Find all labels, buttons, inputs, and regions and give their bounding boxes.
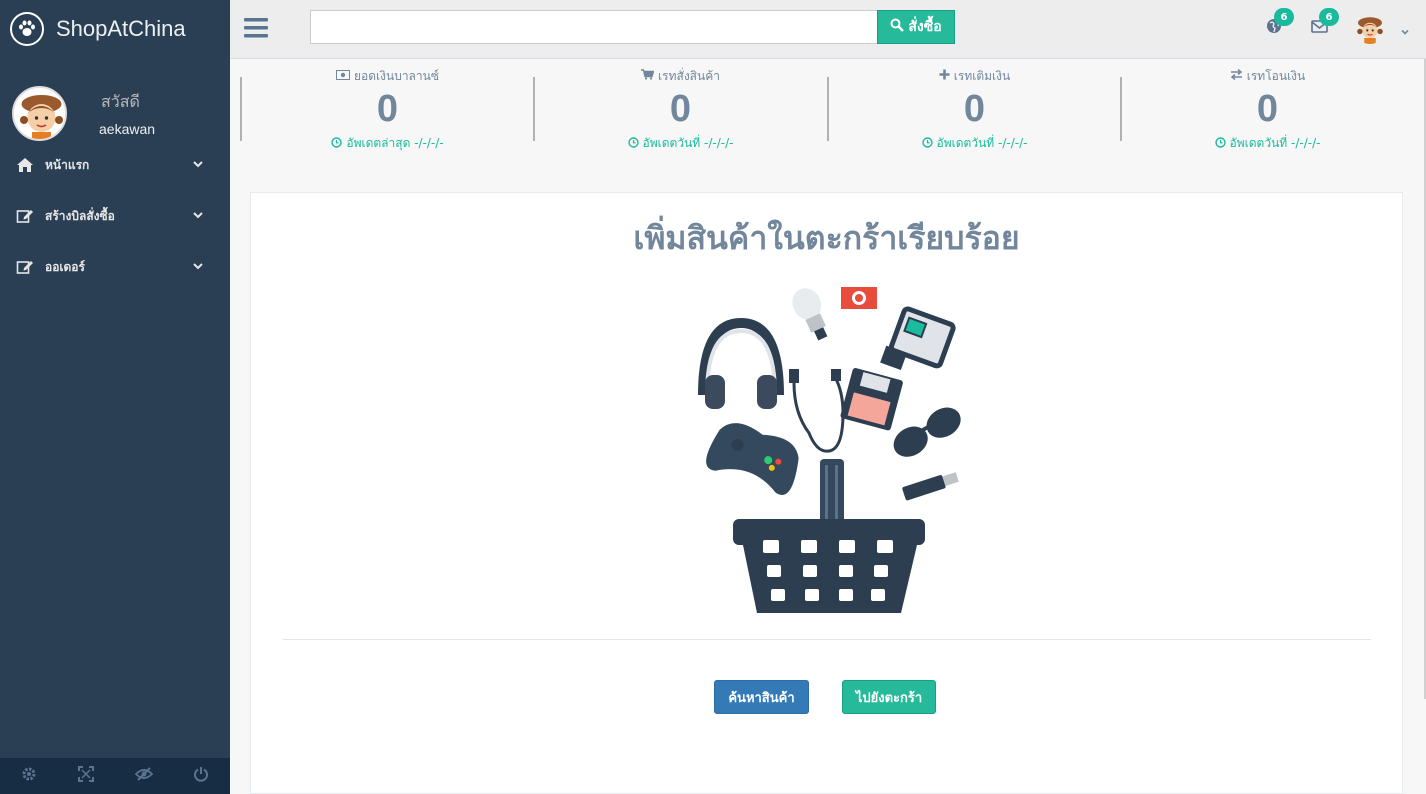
stat-footer: อัพเดตวันที่ -/-/-/- <box>642 136 734 150</box>
stat-value: 0 <box>376 88 399 130</box>
home-icon <box>15 156 35 174</box>
sidebar-item-label: ออเดอร์ <box>45 259 85 274</box>
stat-label: ยอดเงินบาลานซ์ <box>354 69 439 83</box>
welcome-text: สวัสดี <box>101 92 140 111</box>
sidebar-item-orders[interactable]: ออเดอร์ <box>0 247 230 287</box>
stat-order-rate: เรทสั่งสินค้า 0 อัพเดตวันที่ -/-/-/- <box>533 69 826 150</box>
search-products-button[interactable]: ค้นหาสินค้า <box>714 680 809 714</box>
chevron-down-icon <box>192 158 204 173</box>
sidebar-item-create-order[interactable]: สร้างบิลสั่งซื้อ <box>0 196 230 236</box>
fullscreen-icon <box>78 766 95 786</box>
fullscreen-button[interactable] <box>58 758 116 794</box>
brand-name: ShopAtChina <box>56 16 186 41</box>
chevron-down-icon[interactable] <box>1400 22 1410 41</box>
money-icon <box>336 69 350 83</box>
sidebar-item-home[interactable]: หน้าแรก <box>0 145 230 185</box>
gear-icon <box>21 766 37 786</box>
avatar <box>12 86 67 141</box>
paw-icon <box>10 12 44 46</box>
sidebar-item-label: หน้าแรก <box>45 157 90 172</box>
mail-badge: 6 <box>1319 8 1339 26</box>
stat-transfer-rate: เรทโอนเงิน 0 อัพเดตวันที่ -/-/-/- <box>1120 68 1413 150</box>
power-icon <box>193 766 209 786</box>
stat-value: 0 <box>1256 88 1279 130</box>
stat-footer: อัพเดตล่าสุด -/-/-/- <box>346 136 444 150</box>
stat-label: เรทโอนเงิน <box>1246 69 1306 83</box>
logout-button[interactable] <box>173 758 231 794</box>
sidebar-item-label: สร้างบิลสั่งซื้อ <box>45 208 115 223</box>
hamburger-icon <box>244 18 268 44</box>
search-icon <box>890 18 905 36</box>
sidebar: ShopAtChina สวัสดี aekawan หน้าแรก สร้าง… <box>0 0 230 794</box>
lock-button[interactable] <box>115 758 173 794</box>
clock-icon <box>921 136 933 151</box>
chevron-down-icon <box>192 260 204 275</box>
stat-label: เรทสั่งสินค้า <box>658 69 720 83</box>
sidebar-footer <box>0 758 230 794</box>
clock-icon <box>331 136 343 151</box>
search-input[interactable] <box>310 10 878 44</box>
notification-badge: 6 <box>1274 8 1294 26</box>
eye-slash-icon <box>134 766 154 786</box>
exchange-icon <box>1230 68 1243 83</box>
divider <box>283 639 1371 640</box>
stat-footer: อัพเดตวันที่ -/-/-/- <box>936 136 1028 150</box>
top-nav: สั่งซื้อ 6 6 <box>230 0 1426 59</box>
user-menu-avatar[interactable] <box>1355 14 1385 44</box>
profile: สวัสดี aekawan <box>0 58 230 151</box>
plus-icon <box>939 69 950 83</box>
notifications-button[interactable]: 6 <box>1266 8 1294 36</box>
edit-icon <box>15 258 35 276</box>
shopping-basket-illustration <box>691 283 971 623</box>
stat-label: เรทเติมเงิน <box>953 69 1011 83</box>
order-search-button[interactable]: สั่งซื้อ <box>877 10 955 44</box>
menu-toggle-button[interactable] <box>244 16 268 40</box>
stat-topup-rate: เรทเติมเงิน 0 อัพเดตวันที่ -/-/-/- <box>827 69 1120 150</box>
go-to-cart-button[interactable]: ไปยังตะกร้า <box>842 680 936 714</box>
order-search-label: สั่งซื้อ <box>908 19 942 35</box>
brand[interactable]: ShopAtChina <box>0 0 230 58</box>
page-title: เพิ่มสินค้าในตะกร้าเรียบร้อย <box>633 219 1020 257</box>
stat-value: 0 <box>963 88 986 130</box>
chevron-down-icon <box>192 209 204 224</box>
username: aekawan <box>99 121 156 137</box>
messages-button[interactable]: 6 <box>1311 8 1339 36</box>
settings-button[interactable] <box>0 758 58 794</box>
stat-footer: อัพเดตวันที่ -/-/-/- <box>1229 136 1321 150</box>
cart-icon <box>641 69 655 83</box>
cart-success-panel: เพิ่มสินค้าในตะกร้าเรียบร้อย ค้นหาสินค้า… <box>250 192 1403 794</box>
clock-icon <box>627 136 639 151</box>
stat-value: 0 <box>669 88 692 130</box>
stat-balance: ยอดเงินบาลานซ์ 0 อัพเดตล่าสุด -/-/-/- <box>240 69 533 150</box>
edit-icon <box>15 207 35 225</box>
clock-icon <box>1214 136 1226 151</box>
